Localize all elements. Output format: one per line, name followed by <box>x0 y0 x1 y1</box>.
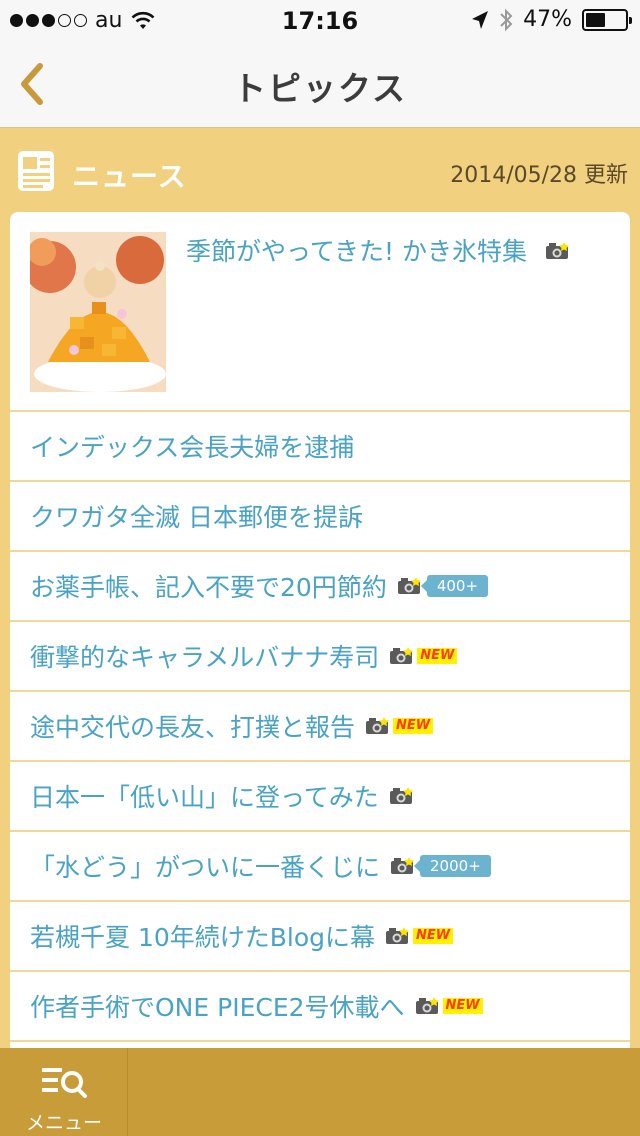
camera-icon <box>545 237 569 259</box>
news-list-item[interactable]: 作者手術でONE PIECE2号休載へ NEW <box>10 972 630 1042</box>
featured-thumbnail <box>30 232 166 392</box>
page-title: トピックス <box>232 69 407 108</box>
news-list-item[interactable]: 日本一「低い山」に登ってみた <box>10 762 630 832</box>
bluetooth-icon <box>500 8 513 31</box>
camera-icon <box>390 857 415 875</box>
camera-icon <box>397 577 421 595</box>
comment-count-badge: 2000+ <box>414 855 491 877</box>
news-list-item[interactable]: 若槻千夏 10年続けたBlogに幕 NEW <box>10 902 630 972</box>
news-list-item[interactable]: インデックス会長夫婦を逮捕 <box>10 412 630 482</box>
news-title: お薬手帳、記入不要で20円節約 <box>30 573 387 602</box>
news-icon <box>18 151 54 191</box>
featured-item[interactable]: 季節がやってきた! かき氷特集 <box>10 212 630 412</box>
news-title: 作者手術でONE PIECE2号休載へ <box>30 993 405 1022</box>
camera-icon <box>415 997 439 1015</box>
news-title: 若槻千夏 10年続けたBlogに幕 <box>30 923 376 952</box>
news-title: 日本一「低い山」に登ってみた <box>30 783 379 812</box>
comment-count-badge: 400+ <box>420 575 489 597</box>
camera-icon <box>385 927 410 945</box>
status-right: 47% <box>471 7 632 32</box>
news-title: クワガタ全滅 日本郵便を提訴 <box>30 503 363 532</box>
updated-date: 2014/05/28 更新 <box>450 163 628 188</box>
news-list-item[interactable]: クワガタ全滅 日本郵便を提訴 <box>10 482 630 552</box>
new-badge: NEW <box>413 928 454 944</box>
featured-title: 季節がやってきた! かき氷特集 <box>186 232 569 268</box>
battery-icon <box>582 8 632 31</box>
menu-label: メニュー <box>25 1112 102 1134</box>
news-title: 衝撃的なキャラメルバナナ寿司 <box>30 643 380 672</box>
navigation-bar: トピックス <box>0 40 640 128</box>
battery-fill <box>586 12 605 27</box>
news-title: 「水どう」がついに一番くじに <box>30 853 381 882</box>
menu-button[interactable]: メニュー <box>0 1048 128 1136</box>
news-title: 途中交代の長友、打撲と報告 <box>30 713 356 742</box>
section-label: ニュース <box>72 160 187 193</box>
news-list-item[interactable]: 「水どう」がついに一番くじに 2000+ <box>10 832 630 902</box>
new-badge: NEW <box>417 648 458 664</box>
status-bar: au 17:16 47% <box>0 0 640 40</box>
news-title: インデックス会長夫婦を逮捕 <box>30 433 355 462</box>
news-list-item[interactable]: お薬手帳、記入不要で20円節約 400+ <box>10 552 630 622</box>
news-list-item[interactable]: 途中交代の長友、打撲と報告 NEW <box>10 692 630 762</box>
camera-icon <box>389 647 414 665</box>
featured-title-text: 季節がやってきた! かき氷特集 <box>186 237 527 266</box>
news-list: 季節がやってきた! かき氷特集 インデックス会長夫婦を逮捕 クワガタ全滅 日本郵便… <box>10 212 630 1072</box>
bottom-toolbar: メニュー <box>0 1048 640 1136</box>
new-badge: NEW <box>442 998 483 1014</box>
menu-search-icon <box>42 1068 87 1098</box>
battery-percent: 47% <box>523 7 572 32</box>
camera-icon <box>389 787 413 805</box>
news-list-item[interactable]: 衝撃的なキャラメルバナナ寿司 NEW <box>10 622 630 692</box>
news-section-header: ニュース 2014/05/28 更新 <box>0 129 640 211</box>
new-badge: NEW <box>393 718 434 734</box>
location-icon <box>472 10 489 29</box>
camera-icon <box>365 717 390 735</box>
